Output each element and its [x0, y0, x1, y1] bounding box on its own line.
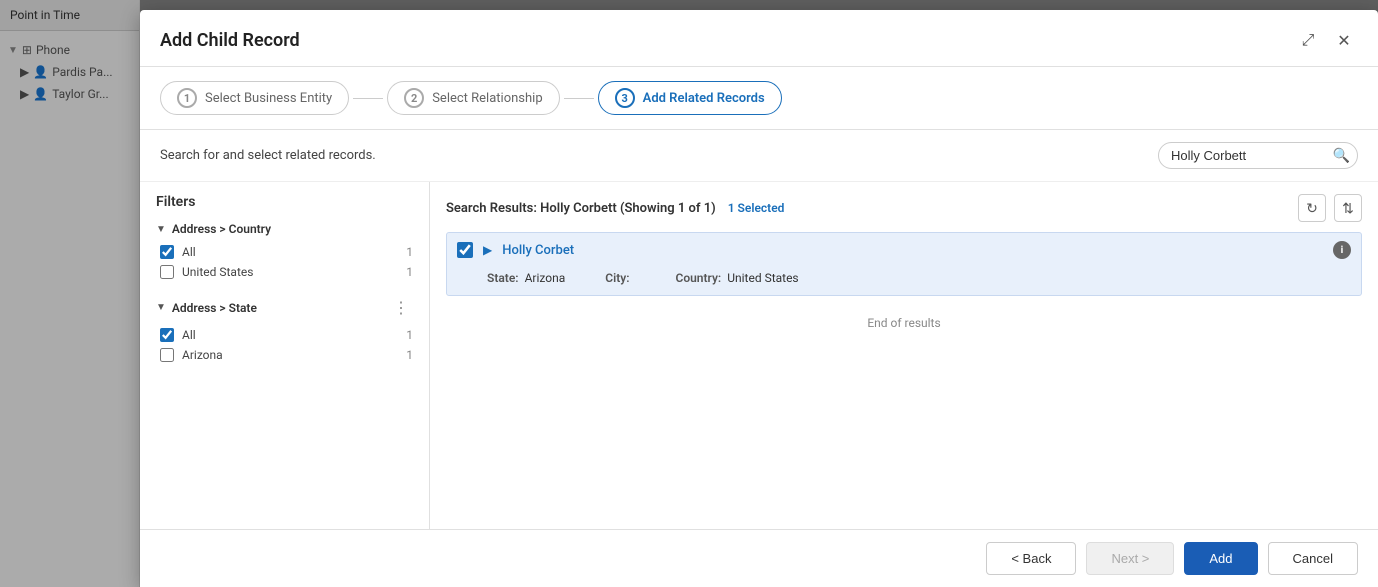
result-item-name[interactable]: Holly Corbet: [502, 243, 1325, 258]
sort-results-button[interactable]: ⇅: [1334, 194, 1362, 222]
filter-country-us-checkbox[interactable]: [160, 265, 174, 279]
filter-country-all-checkbox[interactable]: [160, 245, 174, 259]
add-button[interactable]: Add: [1184, 542, 1257, 575]
step-1-select-business-entity[interactable]: 1 Select Business Entity: [160, 81, 349, 115]
close-modal-button[interactable]: ✕: [1330, 26, 1358, 54]
result-city-pair: City:: [605, 271, 635, 285]
back-button[interactable]: < Back: [986, 542, 1076, 575]
filters-title: Filters: [156, 194, 413, 210]
sort-icon: ⇅: [1342, 200, 1354, 217]
city-label: City:: [605, 271, 629, 285]
filter-country-all-label[interactable]: All: [182, 245, 398, 259]
results-panel: Search Results: Holly Corbett (Showing 1…: [430, 182, 1378, 529]
filter-state-all-count: 1: [406, 328, 413, 342]
results-title-wrap: Search Results: Holly Corbett (Showing 1…: [446, 201, 784, 216]
step-1-label: Select Business Entity: [205, 91, 332, 106]
search-icon: 🔍: [1333, 148, 1350, 164]
expand-modal-button[interactable]: ⤢: [1294, 26, 1322, 54]
result-info-button[interactable]: i: [1333, 241, 1351, 259]
step-2-circle: 2: [404, 88, 424, 108]
result-expand-icon[interactable]: ▶: [481, 243, 494, 257]
filter-group-country: ▼ Address > Country All 1 United States …: [156, 222, 413, 282]
end-of-results: End of results: [446, 300, 1362, 346]
stepper: 1 Select Business Entity 2 Select Relati…: [140, 67, 1378, 130]
add-child-record-modal: Add Child Record ⤢ ✕ 1 Select Business E…: [140, 10, 1378, 587]
results-actions: ↻ ⇅: [1298, 194, 1362, 222]
info-icon: i: [1341, 245, 1344, 256]
modal-title: Add Child Record: [160, 30, 300, 51]
expand-icon: ⤢: [1302, 30, 1315, 50]
modal-header-icons: ⤢ ✕: [1294, 26, 1358, 54]
result-row-detail: State: Arizona City: Country: United Sta…: [447, 267, 1361, 295]
filter-country-us-label[interactable]: United States: [182, 265, 398, 279]
filter-group-country-label: Address > Country: [172, 222, 271, 236]
filters-panel: Filters ▼ Address > Country All 1: [140, 182, 430, 529]
search-input[interactable]: [1158, 142, 1358, 169]
step-3-label: Add Related Records: [643, 91, 765, 106]
modal-footer: < Back Next > Add Cancel: [140, 529, 1378, 587]
search-input-wrap: 🔍: [1158, 142, 1358, 169]
filter-state-arizona-count: 1: [406, 348, 413, 362]
step-3-add-related-records[interactable]: 3 Add Related Records: [598, 81, 782, 115]
filter-group-state-menu-icon[interactable]: ⋮: [389, 296, 413, 319]
step-2-select-relationship[interactable]: 2 Select Relationship: [387, 81, 559, 115]
country-value: United States: [727, 271, 798, 285]
result-row: ▶ Holly Corbet i State: Arizona City:: [446, 232, 1362, 296]
filter-group-state-header: ▼ Address > State ⋮: [156, 296, 413, 319]
modal-header: Add Child Record ⤢ ✕: [140, 10, 1378, 67]
chevron-down-icon-country: ▼: [156, 224, 166, 235]
filter-country-us: United States 1: [156, 262, 413, 282]
result-row-main: ▶ Holly Corbet i: [447, 233, 1361, 267]
step-separator-2: [564, 98, 594, 99]
selected-badge: 1 Selected: [728, 201, 785, 215]
country-label: Country:: [675, 271, 721, 285]
result-state-pair: State: Arizona: [487, 271, 565, 285]
next-label: Next >: [1111, 551, 1149, 566]
step-3-circle: 3: [615, 88, 635, 108]
state-value: Arizona: [525, 271, 566, 285]
results-title: Search Results: Holly Corbett (Showing 1…: [446, 201, 716, 216]
refresh-icon: ↻: [1306, 200, 1318, 217]
filter-group-state: ▼ Address > State ⋮ All 1 Arizona 1: [156, 296, 413, 365]
chevron-down-icon-state: ▼: [156, 302, 166, 313]
modal-body: Search for and select related records. 🔍…: [140, 130, 1378, 529]
step-2-label: Select Relationship: [432, 91, 542, 106]
filter-state-arizona-label[interactable]: Arizona: [182, 348, 398, 362]
result-country-pair: Country: United States: [675, 271, 798, 285]
cancel-button[interactable]: Cancel: [1268, 542, 1358, 575]
filter-country-us-count: 1: [406, 265, 413, 279]
filter-state-all-checkbox[interactable]: [160, 328, 174, 342]
search-description: Search for and select related records.: [160, 148, 376, 163]
results-header: Search Results: Holly Corbett (Showing 1…: [446, 194, 1362, 222]
add-label: Add: [1209, 551, 1232, 566]
filter-state-all: All 1: [156, 325, 413, 345]
filter-group-state-toggle[interactable]: ▼ Address > State: [156, 301, 257, 315]
result-item-checkbox[interactable]: [457, 242, 473, 258]
step-1-circle: 1: [177, 88, 197, 108]
close-icon: ✕: [1337, 31, 1350, 50]
back-label: < Back: [1011, 551, 1051, 566]
filter-state-arizona: Arizona 1: [156, 345, 413, 365]
cancel-label: Cancel: [1293, 551, 1333, 566]
state-label: State:: [487, 271, 519, 285]
filter-country-all: All 1: [156, 242, 413, 262]
next-button[interactable]: Next >: [1086, 542, 1174, 575]
filter-country-all-count: 1: [406, 245, 413, 259]
search-bar-row: Search for and select related records. 🔍: [140, 130, 1378, 182]
filter-state-all-label[interactable]: All: [182, 328, 398, 342]
step-separator-1: [353, 98, 383, 99]
content-area: Filters ▼ Address > Country All 1: [140, 182, 1378, 529]
filter-state-arizona-checkbox[interactable]: [160, 348, 174, 362]
filter-group-country-header: ▼ Address > Country: [156, 222, 413, 236]
filter-group-state-label: Address > State: [172, 301, 257, 315]
filter-group-country-toggle[interactable]: ▼ Address > Country: [156, 222, 271, 236]
refresh-results-button[interactable]: ↻: [1298, 194, 1326, 222]
